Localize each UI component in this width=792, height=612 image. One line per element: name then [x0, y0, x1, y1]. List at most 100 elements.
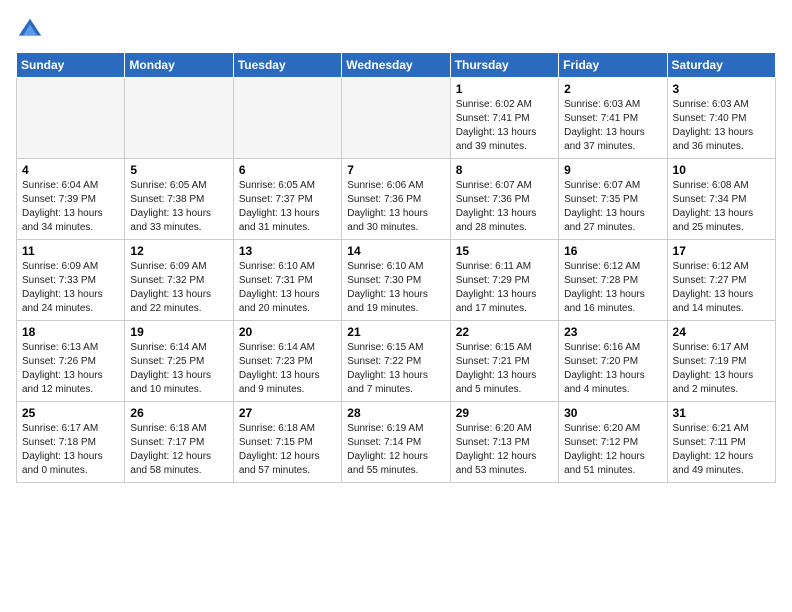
day-number: 23	[564, 325, 661, 339]
calendar-cell: 22 Sunrise: 6:15 AM Sunset: 7:21 PM Dayli…	[450, 321, 558, 402]
day-number: 21	[347, 325, 444, 339]
day-number: 11	[22, 244, 119, 258]
day-info: Sunrise: 6:17 AM Sunset: 7:18 PM Dayligh…	[22, 422, 119, 478]
day-info: Sunrise: 6:02 AM Sunset: 7:41 PM Dayligh…	[456, 98, 553, 154]
calendar-week-4: 25Sunrise: 6:17 AM Sunset: 7:18 PM Dayli…	[17, 402, 776, 483]
day-info: Sunrise: 6:21 AM Sunset: 7:11 PM Dayligh…	[673, 422, 770, 478]
day-number: 3	[673, 82, 770, 96]
calendar-cell: 19 Sunrise: 6:14 AM Sunset: 7:25 PM Dayli…	[125, 321, 233, 402]
day-info: Sunrise: 6:20 AM Sunset: 7:13 PM Dayligh…	[456, 422, 553, 478]
calendar-cell	[125, 78, 233, 159]
day-info: Sunrise: 6:18 AM Sunset: 7:17 PM Dayligh…	[130, 422, 227, 478]
day-info: Sunrise: 6:14 AM Sunset: 7:23 PM Dayligh…	[239, 341, 336, 397]
day-number: 4	[22, 163, 119, 177]
day-number: 2	[564, 82, 661, 96]
calendar-cell	[342, 78, 450, 159]
calendar-cell: 13 Sunrise: 6:10 AM Sunset: 7:31 PM Dayli…	[233, 240, 341, 321]
calendar-table: SundayMondayTuesdayWednesdayThursdayFrid…	[16, 52, 776, 483]
day-info: Sunrise: 6:07 AM Sunset: 7:35 PM Dayligh…	[564, 179, 661, 235]
weekday-header-wednesday: Wednesday	[342, 53, 450, 78]
day-number: 6	[239, 163, 336, 177]
day-number: 14	[347, 244, 444, 258]
day-info: Sunrise: 6:20 AM Sunset: 7:12 PM Dayligh…	[564, 422, 661, 478]
day-info: Sunrise: 6:06 AM Sunset: 7:36 PM Dayligh…	[347, 179, 444, 235]
calendar-cell: 11 Sunrise: 6:09 AM Sunset: 7:33 PM Dayli…	[17, 240, 125, 321]
day-number: 16	[564, 244, 661, 258]
day-number: 30	[564, 406, 661, 420]
day-number: 28	[347, 406, 444, 420]
weekday-header-saturday: Saturday	[667, 53, 775, 78]
day-number: 18	[22, 325, 119, 339]
logo-icon	[16, 16, 44, 44]
calendar-cell: 4 Sunrise: 6:04 AM Sunset: 7:39 PM Daylig…	[17, 159, 125, 240]
calendar-header: SundayMondayTuesdayWednesdayThursdayFrid…	[17, 53, 776, 78]
day-number: 1	[456, 82, 553, 96]
day-number: 9	[564, 163, 661, 177]
calendar-cell: 2Sunrise: 6:03 AM Sunset: 7:41 PM Daylig…	[559, 78, 667, 159]
calendar-cell: 30 Sunrise: 6:20 AM Sunset: 7:12 PM Dayli…	[559, 402, 667, 483]
calendar-cell: 9 Sunrise: 6:07 AM Sunset: 7:35 PM Daylig…	[559, 159, 667, 240]
day-info: Sunrise: 6:17 AM Sunset: 7:19 PM Dayligh…	[673, 341, 770, 397]
calendar-cell: 23 Sunrise: 6:16 AM Sunset: 7:20 PM Dayli…	[559, 321, 667, 402]
weekday-header-friday: Friday	[559, 53, 667, 78]
weekday-header-monday: Monday	[125, 53, 233, 78]
day-info: Sunrise: 6:14 AM Sunset: 7:25 PM Dayligh…	[130, 341, 227, 397]
logo	[16, 16, 48, 44]
day-info: Sunrise: 6:05 AM Sunset: 7:38 PM Dayligh…	[130, 179, 227, 235]
day-number: 29	[456, 406, 553, 420]
day-number: 24	[673, 325, 770, 339]
day-info: Sunrise: 6:08 AM Sunset: 7:34 PM Dayligh…	[673, 179, 770, 235]
day-number: 19	[130, 325, 227, 339]
calendar-cell: 29 Sunrise: 6:20 AM Sunset: 7:13 PM Dayli…	[450, 402, 558, 483]
day-info: Sunrise: 6:16 AM Sunset: 7:20 PM Dayligh…	[564, 341, 661, 397]
day-number: 17	[673, 244, 770, 258]
day-info: Sunrise: 6:04 AM Sunset: 7:39 PM Dayligh…	[22, 179, 119, 235]
calendar-cell: 14 Sunrise: 6:10 AM Sunset: 7:30 PM Dayli…	[342, 240, 450, 321]
weekday-header-thursday: Thursday	[450, 53, 558, 78]
day-number: 26	[130, 406, 227, 420]
day-info: Sunrise: 6:11 AM Sunset: 7:29 PM Dayligh…	[456, 260, 553, 316]
calendar-cell: 27Sunrise: 6:18 AM Sunset: 7:15 PM Dayli…	[233, 402, 341, 483]
calendar-week-0: 1 Sunrise: 6:02 AM Sunset: 7:41 PM Daylig…	[17, 78, 776, 159]
day-info: Sunrise: 6:15 AM Sunset: 7:22 PM Dayligh…	[347, 341, 444, 397]
day-info: Sunrise: 6:03 AM Sunset: 7:40 PM Dayligh…	[673, 98, 770, 154]
weekday-row: SundayMondayTuesdayWednesdayThursdayFrid…	[17, 53, 776, 78]
day-info: Sunrise: 6:13 AM Sunset: 7:26 PM Dayligh…	[22, 341, 119, 397]
day-number: 13	[239, 244, 336, 258]
calendar-cell: 26 Sunrise: 6:18 AM Sunset: 7:17 PM Dayli…	[125, 402, 233, 483]
calendar-cell: 21 Sunrise: 6:15 AM Sunset: 7:22 PM Dayli…	[342, 321, 450, 402]
calendar-cell: 31 Sunrise: 6:21 AM Sunset: 7:11 PM Dayli…	[667, 402, 775, 483]
day-info: Sunrise: 6:19 AM Sunset: 7:14 PM Dayligh…	[347, 422, 444, 478]
day-number: 22	[456, 325, 553, 339]
day-number: 31	[673, 406, 770, 420]
calendar-cell: 8Sunrise: 6:07 AM Sunset: 7:36 PM Daylig…	[450, 159, 558, 240]
day-number: 15	[456, 244, 553, 258]
day-info: Sunrise: 6:18 AM Sunset: 7:15 PM Dayligh…	[239, 422, 336, 478]
calendar-cell: 20Sunrise: 6:14 AM Sunset: 7:23 PM Dayli…	[233, 321, 341, 402]
calendar-week-3: 18 Sunrise: 6:13 AM Sunset: 7:26 PM Dayli…	[17, 321, 776, 402]
day-info: Sunrise: 6:12 AM Sunset: 7:28 PM Dayligh…	[564, 260, 661, 316]
day-info: Sunrise: 6:05 AM Sunset: 7:37 PM Dayligh…	[239, 179, 336, 235]
calendar-cell: 10 Sunrise: 6:08 AM Sunset: 7:34 PM Dayli…	[667, 159, 775, 240]
day-info: Sunrise: 6:10 AM Sunset: 7:31 PM Dayligh…	[239, 260, 336, 316]
calendar-cell: 17Sunrise: 6:12 AM Sunset: 7:27 PM Dayli…	[667, 240, 775, 321]
page-header	[16, 16, 776, 44]
weekday-header-tuesday: Tuesday	[233, 53, 341, 78]
calendar-cell: 7Sunrise: 6:06 AM Sunset: 7:36 PM Daylig…	[342, 159, 450, 240]
day-info: Sunrise: 6:15 AM Sunset: 7:21 PM Dayligh…	[456, 341, 553, 397]
calendar-cell: 3 Sunrise: 6:03 AM Sunset: 7:40 PM Daylig…	[667, 78, 775, 159]
weekday-header-sunday: Sunday	[17, 53, 125, 78]
day-info: Sunrise: 6:09 AM Sunset: 7:33 PM Dayligh…	[22, 260, 119, 316]
calendar-cell: 6 Sunrise: 6:05 AM Sunset: 7:37 PM Daylig…	[233, 159, 341, 240]
day-info: Sunrise: 6:07 AM Sunset: 7:36 PM Dayligh…	[456, 179, 553, 235]
calendar-cell	[17, 78, 125, 159]
calendar-week-2: 11 Sunrise: 6:09 AM Sunset: 7:33 PM Dayli…	[17, 240, 776, 321]
calendar-cell: 25Sunrise: 6:17 AM Sunset: 7:18 PM Dayli…	[17, 402, 125, 483]
calendar-body: 1 Sunrise: 6:02 AM Sunset: 7:41 PM Daylig…	[17, 78, 776, 483]
calendar-cell: 18 Sunrise: 6:13 AM Sunset: 7:26 PM Dayli…	[17, 321, 125, 402]
day-info: Sunrise: 6:10 AM Sunset: 7:30 PM Dayligh…	[347, 260, 444, 316]
calendar-cell: 12Sunrise: 6:09 AM Sunset: 7:32 PM Dayli…	[125, 240, 233, 321]
calendar-cell: 24 Sunrise: 6:17 AM Sunset: 7:19 PM Dayli…	[667, 321, 775, 402]
day-number: 12	[130, 244, 227, 258]
day-number: 10	[673, 163, 770, 177]
